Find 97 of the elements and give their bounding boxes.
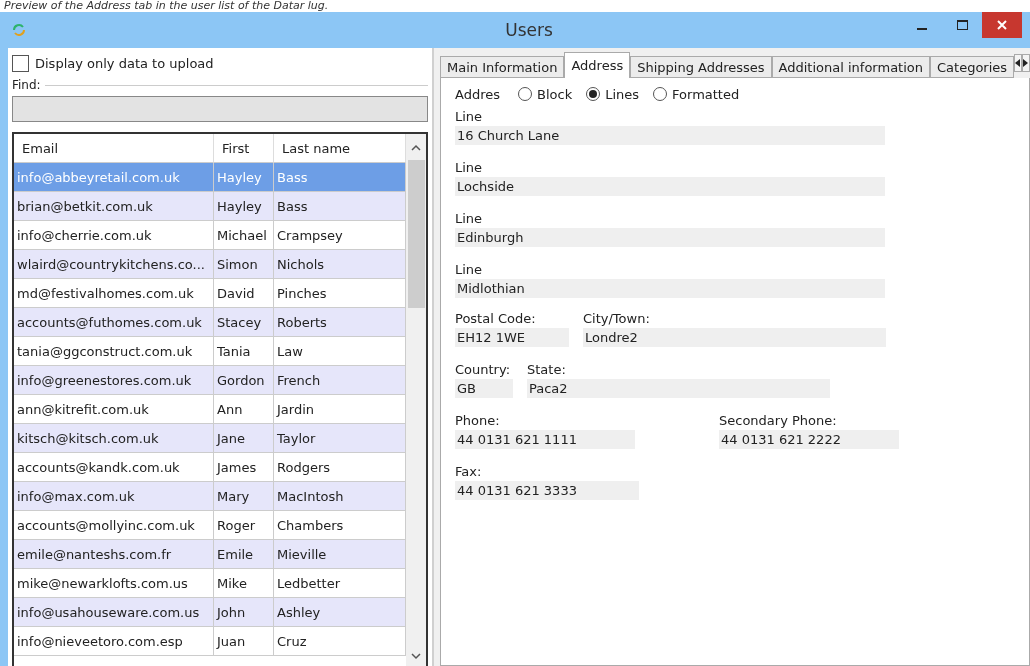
field-label: Line [455,107,484,126]
field-label: Line [455,158,484,177]
table-cell[interactable]: Taylor [274,424,406,453]
table-cell[interactable]: accounts@mollyinc.com.uk [14,511,214,540]
field-label: Country: [455,360,512,379]
table-cell[interactable]: md@festivalhomes.com.uk [14,279,214,308]
field-label: State: [527,360,567,379]
right-triangle-icon [1023,59,1030,67]
address-mode-radio[interactable]: Lines [586,86,640,102]
table-cell[interactable]: James [214,453,274,482]
address-mode-radio[interactable]: Formatted [653,86,740,102]
field-value[interactable]: Paca2 [527,379,830,398]
table-cell[interactable]: accounts@futhomes.com.uk [14,308,214,337]
field-value[interactable]: Midlothian [455,279,885,298]
field-label: City/Town: [583,309,651,328]
table-cell[interactable]: emile@nanteshs.com.fr [14,540,214,569]
left-triangle-icon [1015,59,1022,67]
field-label: Phone: [455,411,501,430]
field-value[interactable]: 44 0131 621 1111 [455,430,635,449]
table-cell[interactable]: Gordon [214,366,274,395]
table-cell[interactable]: David [214,279,274,308]
refresh-icon [12,23,26,37]
field-value[interactable]: 16 Church Lane [455,126,885,145]
table-cell[interactable]: Rodgers [274,453,406,482]
table-cell[interactable]: Ashley [274,598,406,627]
field-label: Postal Code: [455,309,537,328]
table-cell[interactable]: French [274,366,406,395]
table-cell[interactable]: Simon [214,250,274,279]
table-cell[interactable]: Tania [214,337,274,366]
maximize-icon [956,20,968,30]
scrollbar[interactable] [406,134,426,666]
field-value[interactable]: Londre2 [583,328,886,347]
column-header[interactable]: Email [14,134,214,163]
tab-scroll-right-button[interactable] [1022,54,1030,72]
table-cell[interactable]: Emile [214,540,274,569]
table-cell[interactable]: info@usahouseware.com.us [14,598,214,627]
table-cell[interactable]: John [214,598,274,627]
table-cell[interactable]: info@cherrie.com.uk [14,221,214,250]
table-cell[interactable]: Roger [214,511,274,540]
field-label: Line [455,260,484,279]
tab[interactable]: Categories [930,56,1015,78]
column-header[interactable]: Last name [274,134,406,163]
table-cell[interactable]: Stacey [214,308,274,337]
minimize-icon [917,28,927,30]
table-cell[interactable]: Juan [214,627,274,656]
field-value[interactable]: Lochside [455,177,885,196]
table-cell[interactable]: Mike [214,569,274,598]
table-cell[interactable]: info@greenestores.com.uk [14,366,214,395]
table-cell[interactable]: Law [274,337,406,366]
table-cell[interactable]: Ledbetter [274,569,406,598]
field-value[interactable]: GB [455,379,513,398]
scrollbar-thumb[interactable] [407,160,425,308]
table-cell[interactable]: Ann [214,395,274,424]
field-value[interactable]: 44 0131 621 2222 [719,430,899,449]
upload-filter-checkbox[interactable]: Display only data to upload [12,52,428,74]
field-label: Line [455,209,484,228]
field-value[interactable]: 44 0131 621 3333 [455,481,639,500]
table-cell[interactable]: Jane [214,424,274,453]
field-value[interactable]: Edinburgh [455,228,885,247]
table-cell[interactable]: Roberts [274,308,406,337]
table-cell[interactable]: brian@betkit.com.uk [14,192,214,221]
table-cell[interactable]: Mary [214,482,274,511]
table-cell[interactable]: MacIntosh [274,482,406,511]
table-cell[interactable]: Nichols [274,250,406,279]
table-cell[interactable]: Jardin [274,395,406,424]
table-cell[interactable]: kitsch@kitsch.com.uk [14,424,214,453]
table-cell[interactable]: Michael [214,221,274,250]
table-cell[interactable]: Mieville [274,540,406,569]
table-cell[interactable]: Pinches [274,279,406,308]
tab[interactable]: Address [564,52,631,78]
table-cell[interactable]: tania@ggconstruct.com.uk [14,337,214,366]
table-cell[interactable]: Hayley [214,192,274,221]
table-cell[interactable]: ann@kitrefit.com.uk [14,395,214,424]
table-cell[interactable]: wlaird@countrykitchens.co... [14,250,214,279]
tab[interactable]: Additional information [771,56,930,78]
table-cell[interactable]: mike@newarklofts.com.us [14,569,214,598]
table-cell[interactable]: Chambers [274,511,406,540]
close-button[interactable] [982,12,1022,38]
close-icon [997,20,1007,30]
table-cell[interactable]: Cruz [274,627,406,656]
find-field[interactable] [12,96,428,122]
table-cell[interactable]: info@max.com.uk [14,482,214,511]
find-label: Find: [12,78,41,92]
address-mode-label: Addres [455,86,500,102]
column-header[interactable]: First [214,134,274,163]
window-title: Users [505,20,553,40]
tab[interactable]: Shipping Addresses [630,56,772,78]
table-cell[interactable]: Crampsey [274,221,406,250]
field-label: Fax: [455,462,483,481]
table-cell[interactable]: accounts@kandk.com.uk [14,453,214,482]
field-label: Secondary Phone: [719,411,838,430]
tab[interactable]: Main Information [440,56,565,78]
field-value[interactable]: EH12 1WE [455,328,569,347]
caption: Preview of the Address tab in the user list of the Datar lug. [3,0,330,12]
address-mode-radio[interactable]: Block [518,86,573,102]
table-cell[interactable]: info@nieveetoro.com.esp [14,627,214,656]
table-cell[interactable]: Bass [274,192,406,221]
